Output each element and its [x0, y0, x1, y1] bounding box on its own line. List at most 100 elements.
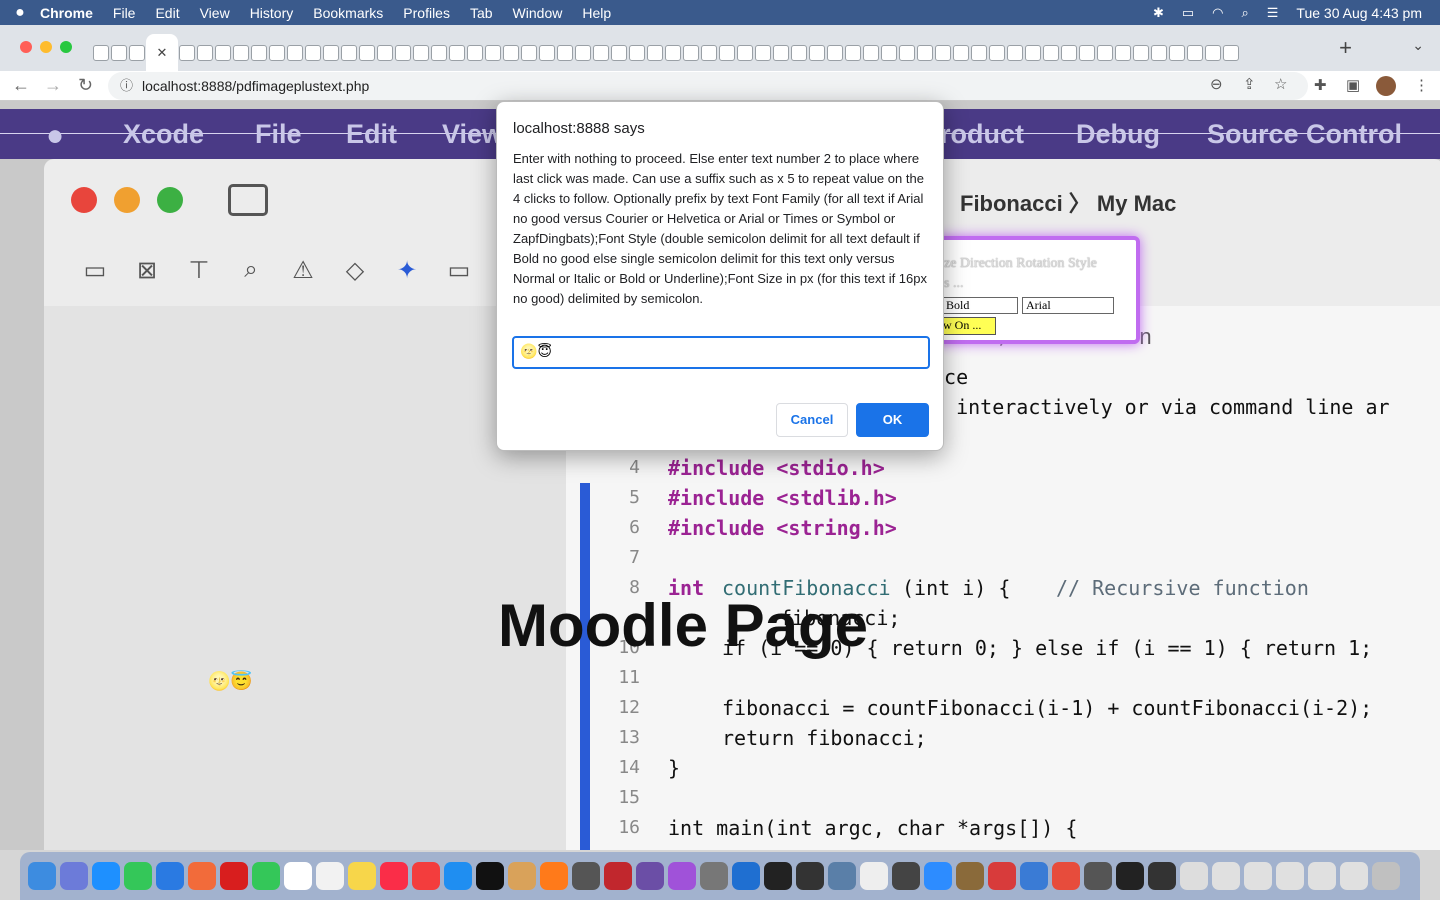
tab-favicon[interactable]	[269, 44, 285, 61]
menu-app-name[interactable]: Chrome	[40, 5, 93, 21]
tab-favicon[interactable]	[1151, 44, 1167, 61]
dock-app-icon[interactable]	[252, 862, 280, 890]
dock-app-icon[interactable]	[1212, 862, 1240, 890]
dock-app-icon[interactable]	[764, 862, 792, 890]
tab-favicon[interactable]	[683, 44, 699, 61]
bookmark-star-icon[interactable]: ☆	[1274, 75, 1287, 93]
dock-app-icon[interactable]	[700, 862, 728, 890]
bluetooth-icon[interactable]: ✱	[1153, 5, 1164, 21]
tab-favicon[interactable]	[755, 44, 771, 61]
tab-favicon[interactable]	[1025, 44, 1041, 61]
tab-favicon[interactable]	[467, 44, 483, 61]
tab-favicon[interactable]	[593, 44, 609, 61]
tab-favicon[interactable]	[629, 44, 645, 61]
apple-menu-icon[interactable]: ●	[0, 4, 40, 22]
close-tab-icon[interactable]: ✕	[157, 45, 168, 61]
tab-favicon[interactable]	[719, 44, 735, 61]
tab-favicon[interactable]	[323, 44, 339, 61]
tab-favicon[interactable]	[917, 44, 933, 61]
dock-app-icon[interactable]	[412, 862, 440, 890]
dock-app-icon[interactable]	[1308, 862, 1336, 890]
tab-favicon[interactable]	[413, 44, 429, 61]
dock-app-icon[interactable]	[924, 862, 952, 890]
dock-app-icon[interactable]	[636, 862, 664, 890]
popup-show-button[interactable]: w On ...	[942, 317, 996, 335]
dock-app-icon[interactable]	[1276, 862, 1304, 890]
tab-favicon[interactable]	[989, 44, 1005, 61]
tab-favicon[interactable]	[899, 44, 915, 61]
tab-favicon[interactable]	[1187, 44, 1203, 61]
tab-search-chevron-icon[interactable]: ⌄	[1412, 37, 1424, 54]
dock-app-icon[interactable]	[28, 862, 56, 890]
font-style-select[interactable]: Bold	[942, 297, 1018, 314]
tab-favicon[interactable]	[359, 44, 375, 61]
tab-favicon[interactable]	[971, 44, 987, 61]
zoom-window-button[interactable]	[60, 41, 72, 53]
tab-favicon[interactable]	[809, 44, 825, 61]
tab-favicon[interactable]	[1007, 44, 1023, 61]
tab-favicon[interactable]	[233, 44, 249, 61]
dock-app-icon[interactable]	[1244, 862, 1272, 890]
tab-favicon[interactable]	[1115, 44, 1131, 61]
chrome-menu-icon[interactable]: ⋮	[1414, 76, 1429, 94]
dock-app-icon[interactable]	[444, 862, 472, 890]
dock-app-icon[interactable]	[860, 862, 888, 890]
dock-app-icon[interactable]	[380, 862, 408, 890]
menu-help[interactable]: Help	[582, 5, 611, 21]
tab-favicon[interactable]	[539, 44, 555, 61]
tab-favicon[interactable]	[1133, 44, 1149, 61]
dock-app-icon[interactable]	[156, 862, 184, 890]
tab-favicon[interactable]	[1079, 44, 1095, 61]
dock-app-icon[interactable]	[1052, 862, 1080, 890]
dock-app-icon[interactable]	[892, 862, 920, 890]
tab-favicon[interactable]	[215, 44, 231, 61]
tab-favicon[interactable]	[129, 44, 145, 61]
active-tab[interactable]: ✕	[146, 34, 178, 71]
tab-favicon[interactable]	[251, 44, 267, 61]
menu-profiles[interactable]: Profiles	[403, 5, 450, 21]
dock-app-icon[interactable]	[188, 862, 216, 890]
dock-app-icon[interactable]	[1020, 862, 1048, 890]
tab-favicon[interactable]	[449, 44, 465, 61]
tab-favicon[interactable]	[395, 44, 411, 61]
dock-app-icon[interactable]	[1180, 862, 1208, 890]
dock-app-icon[interactable]	[92, 862, 120, 890]
tab-favicon[interactable]	[845, 44, 861, 61]
tab-favicon[interactable]	[611, 44, 627, 61]
dock-app-icon[interactable]	[540, 862, 568, 890]
dock-app-icon[interactable]	[1116, 862, 1144, 890]
menu-file[interactable]: File	[113, 5, 136, 21]
dock-app-icon[interactable]	[668, 862, 696, 890]
reload-button[interactable]: ↻	[78, 75, 93, 96]
tab-favicon[interactable]	[647, 44, 663, 61]
cancel-button[interactable]: Cancel	[776, 403, 848, 437]
close-window-button[interactable]	[20, 41, 32, 53]
forward-button[interactable]: →	[44, 75, 62, 96]
tab-favicon[interactable]	[93, 44, 109, 61]
control-center-icon[interactable]: ☰	[1267, 5, 1279, 21]
tab-favicon[interactable]	[305, 44, 321, 61]
tab-favicon[interactable]	[503, 44, 519, 61]
back-button[interactable]: ←	[12, 75, 30, 96]
tab-favicon[interactable]	[881, 44, 897, 61]
dock-app-icon[interactable]	[1148, 862, 1176, 890]
menu-edit[interactable]: Edit	[155, 5, 179, 21]
dock-app-icon[interactable]	[348, 862, 376, 890]
tab-favicon[interactable]	[111, 44, 127, 61]
tab-favicon[interactable]	[1223, 44, 1239, 61]
dock-app-icon[interactable]	[956, 862, 984, 890]
tab-favicon[interactable]	[1043, 44, 1059, 61]
tab-favicon[interactable]	[827, 44, 843, 61]
tab-favicon[interactable]	[377, 44, 393, 61]
tab-favicon[interactable]	[1061, 44, 1077, 61]
share-icon[interactable]: ⇪	[1243, 75, 1256, 93]
tab-favicon[interactable]	[287, 44, 303, 61]
dock-app-icon[interactable]	[1340, 862, 1368, 890]
tab-favicon[interactable]	[1205, 44, 1221, 61]
dock-app-icon[interactable]	[572, 862, 600, 890]
battery-icon[interactable]: ▭	[1182, 5, 1194, 21]
spotlight-search-icon[interactable]: ⌕	[1241, 5, 1248, 21]
tab-favicon[interactable]	[557, 44, 573, 61]
dock-app-icon[interactable]	[124, 862, 152, 890]
new-tab-button[interactable]: +	[1339, 35, 1352, 61]
